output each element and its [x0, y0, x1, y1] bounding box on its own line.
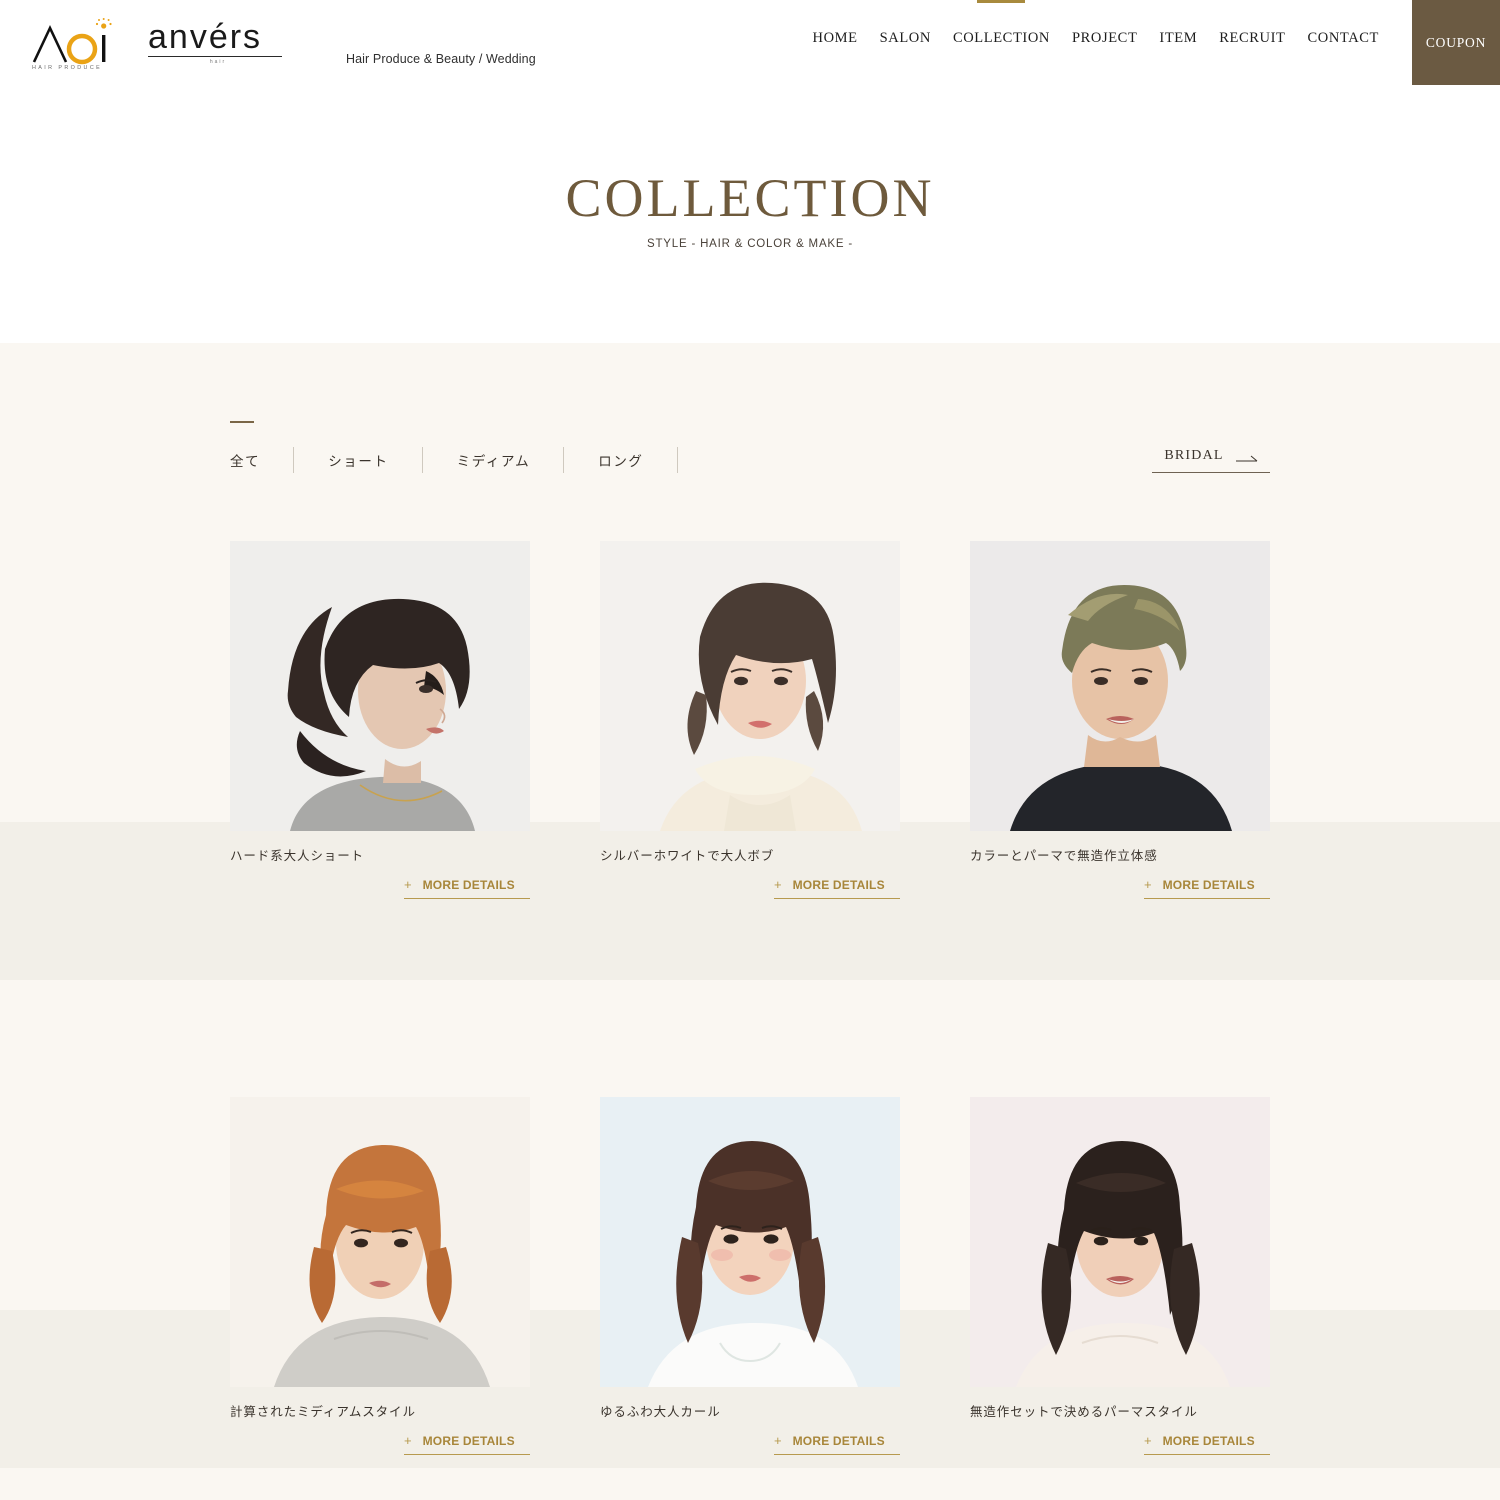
- collection-card: ゆるふわ大人カール + MORE DETAILS: [600, 1097, 900, 1455]
- more-details-button[interactable]: + MORE DETAILS: [774, 1434, 900, 1455]
- main-content: 全て ショート ミディアム ロング BRIDAL ハード系大人ショート + MO…: [0, 343, 1500, 1500]
- plus-icon: +: [404, 1433, 412, 1448]
- collection-thumbnail[interactable]: [600, 541, 900, 831]
- page-subtitle: STYLE - HAIR & COLOR & MAKE -: [647, 238, 853, 250]
- bridal-underline: [1152, 472, 1270, 473]
- top-bar: HAIR PRODUCE anvérs hair Hair Produce & …: [0, 0, 1500, 85]
- tab-spacer: [423, 447, 457, 473]
- more-details-label: MORE DETAILS: [422, 878, 515, 892]
- tab-divider: [293, 447, 295, 473]
- more-details-wrap: + MORE DETAILS: [600, 878, 900, 899]
- collection-thumbnail[interactable]: [230, 541, 530, 831]
- main-navigation: HOME SALON COLLECTION PROJECT ITEM RECRU…: [802, 0, 1500, 85]
- collection-grid: ハード系大人ショート + MORE DETAILS シルバーホワイトで大人ボブ …: [230, 541, 1270, 1455]
- collection-card-title: ゆるふわ大人カール: [600, 1405, 721, 1419]
- more-details-label: MORE DETAILS: [1162, 878, 1255, 892]
- collection-card-title: 無造作セットで決めるパーマスタイル: [970, 1405, 1198, 1419]
- bridal-link[interactable]: BRIDAL: [1152, 448, 1270, 473]
- nav-link-list: HOME SALON COLLECTION PROJECT ITEM RECRU…: [802, 0, 1390, 47]
- tab-active-marker: [230, 421, 254, 423]
- collection-card-title: 計算されたミディアムスタイル: [230, 1405, 416, 1419]
- nav-item-item[interactable]: ITEM: [1148, 30, 1208, 47]
- tab-label: ロング: [598, 454, 644, 469]
- plus-icon: +: [1144, 1433, 1152, 1448]
- page-title-block: COLLECTION STYLE - HAIR & COLOR & MAKE -: [0, 168, 1500, 250]
- tab-divider: [563, 447, 565, 473]
- collection-thumbnail[interactable]: [600, 1097, 900, 1387]
- more-details-wrap: + MORE DETAILS: [970, 878, 1270, 899]
- anvers-logo-subtext: hair: [209, 59, 227, 65]
- collection-card-title: ハード系大人ショート: [230, 849, 365, 863]
- coupon-button[interactable]: COUPON: [1412, 0, 1500, 85]
- nav-item-label: CONTACT: [1307, 30, 1379, 46]
- collection-card-title: カラーとパーマで無造作立体感: [970, 849, 1158, 863]
- nav-item-home[interactable]: HOME: [802, 30, 869, 47]
- tab-all[interactable]: 全て: [230, 421, 295, 473]
- nav-item-collection[interactable]: COLLECTION: [942, 0, 1061, 47]
- collection-card: シルバーホワイトで大人ボブ + MORE DETAILS: [600, 541, 900, 899]
- nav-item-salon[interactable]: SALON: [869, 30, 942, 47]
- bridal-label: BRIDAL: [1164, 448, 1224, 463]
- more-details-button[interactable]: + MORE DETAILS: [404, 1434, 530, 1455]
- collection-thumbnail[interactable]: [230, 1097, 530, 1387]
- tab-short[interactable]: ショート: [328, 447, 423, 473]
- category-tabs: 全て ショート ミディアム ロング: [230, 421, 678, 473]
- more-details-wrap: + MORE DETAILS: [600, 1434, 900, 1455]
- nav-item-label: COLLECTION: [952, 30, 1050, 46]
- tab-label: 全て: [230, 454, 261, 469]
- anvers-logo-rule: [148, 56, 282, 57]
- plus-icon: +: [774, 1433, 782, 1448]
- nav-item-label: RECRUIT: [1219, 30, 1286, 46]
- site-tagline: Hair Produce & Beauty / Wedding: [346, 52, 536, 66]
- collection-card-title: シルバーホワイトで大人ボブ: [600, 849, 775, 863]
- plus-icon: +: [774, 877, 782, 892]
- nav-item-recruit[interactable]: RECRUIT: [1208, 30, 1296, 47]
- site-header: HAIR PRODUCE anvérs hair Hair Produce & …: [0, 0, 1500, 343]
- arrow-right-icon: [1235, 451, 1258, 462]
- more-details-wrap: + MORE DETAILS: [230, 1434, 530, 1455]
- more-details-button[interactable]: + MORE DETAILS: [1144, 1434, 1270, 1455]
- more-details-wrap: + MORE DETAILS: [230, 878, 530, 899]
- anvers-logo-word: anvérs: [148, 18, 263, 56]
- brand-area: HAIR PRODUCE anvérs hair Hair Produce & …: [0, 0, 536, 70]
- collection-thumbnail[interactable]: [970, 541, 1270, 831]
- more-details-label: MORE DETAILS: [792, 878, 885, 892]
- tab-divider: [676, 447, 678, 473]
- nav-active-marker: [977, 0, 1026, 3]
- more-details-label: MORE DETAILS: [422, 1434, 515, 1448]
- content-container: 全て ショート ミディアム ロング BRIDAL ハード系大人ショート + MO…: [230, 343, 1270, 1455]
- collection-card: 計算されたミディアムスタイル + MORE DETAILS: [230, 1097, 530, 1455]
- nav-item-label: HOME: [812, 30, 858, 46]
- tab-label: ミディアム: [456, 454, 531, 469]
- collection-card: ハード系大人ショート + MORE DETAILS: [230, 541, 530, 899]
- plus-icon: +: [404, 877, 412, 892]
- filter-row: 全て ショート ミディアム ロング BRIDAL: [230, 343, 1270, 473]
- more-details-button[interactable]: + MORE DETAILS: [774, 878, 900, 899]
- more-details-wrap: + MORE DETAILS: [970, 1434, 1270, 1455]
- tab-label: ショート: [328, 454, 389, 469]
- bridal-link-row: BRIDAL: [1152, 448, 1270, 472]
- collection-card: 無造作セットで決めるパーマスタイル + MORE DETAILS: [970, 1097, 1270, 1455]
- tab-long[interactable]: ロング: [598, 447, 678, 473]
- page-title: COLLECTION: [565, 168, 935, 228]
- more-details-label: MORE DETAILS: [1162, 1434, 1255, 1448]
- tab-medium[interactable]: ミディアム: [457, 447, 565, 473]
- nav-item-project[interactable]: PROJECT: [1061, 30, 1148, 47]
- nav-item-contact[interactable]: CONTACT: [1296, 30, 1390, 47]
- nav-item-label: SALON: [879, 30, 931, 46]
- collection-thumbnail[interactable]: [970, 1097, 1270, 1387]
- anvers-logo[interactable]: anvérs hair: [148, 19, 288, 69]
- more-details-button[interactable]: + MORE DETAILS: [1144, 878, 1270, 899]
- plus-icon: +: [1144, 877, 1152, 892]
- nav-item-label: PROJECT: [1071, 30, 1138, 46]
- more-details-button[interactable]: + MORE DETAILS: [404, 878, 530, 899]
- tab-divider: [421, 447, 423, 473]
- collection-card: カラーとパーマで無造作立体感 + MORE DETAILS: [970, 541, 1270, 899]
- aoi-logo[interactable]: HAIR PRODUCE: [30, 18, 122, 70]
- tab-spacer: [294, 447, 328, 473]
- nav-item-label: ITEM: [1159, 30, 1198, 46]
- tab-spacer: [564, 447, 598, 473]
- aoi-logo-subtext: HAIR PRODUCE: [32, 65, 102, 70]
- more-details-label: MORE DETAILS: [792, 1434, 885, 1448]
